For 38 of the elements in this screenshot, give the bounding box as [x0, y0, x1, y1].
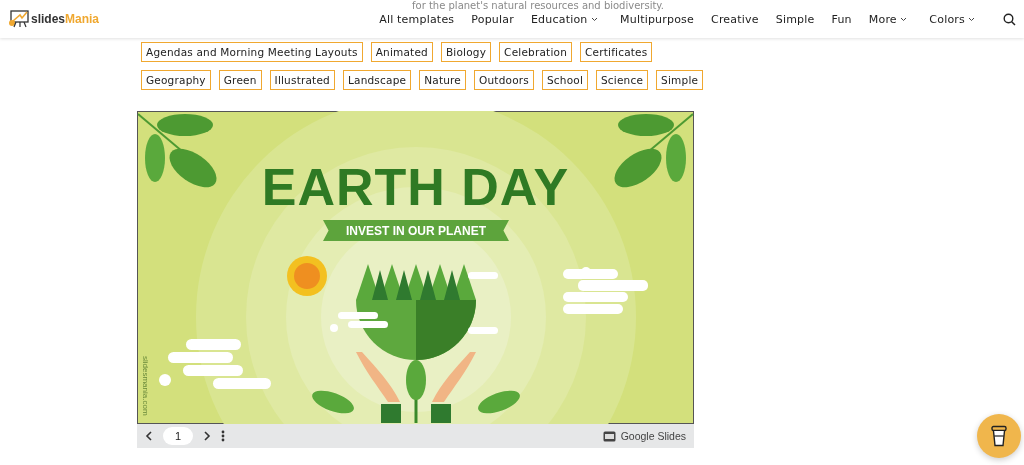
- page-number-field[interactable]: 1: [163, 427, 193, 445]
- nav-link[interactable]: Popular: [462, 12, 523, 26]
- search-icon[interactable]: [1003, 12, 1016, 26]
- tag-link[interactable]: Geography: [141, 70, 211, 90]
- nav-link[interactable]: All templates: [370, 12, 463, 26]
- tag-link[interactable]: Green: [218, 70, 262, 90]
- easel-logo-icon: [8, 10, 30, 28]
- coffee-cup-icon: [990, 425, 1008, 447]
- tag-link[interactable]: Nature: [419, 70, 466, 90]
- tag-link[interactable]: Simple: [656, 70, 704, 90]
- intro-text: for the planet's natural resources and biodiversity.: [412, 0, 664, 11]
- next-icon[interactable]: [203, 431, 211, 441]
- nav-link[interactable]: Colors: [920, 12, 989, 26]
- tag-link[interactable]: Animated: [370, 42, 433, 62]
- previous-icon[interactable]: [145, 431, 153, 441]
- tag-link[interactable]: Agendas and Morning Meeting Layouts: [141, 42, 363, 62]
- tag-link[interactable]: Biology: [440, 42, 492, 62]
- nav-link[interactable]: Simple: [767, 12, 823, 26]
- tag-link[interactable]: Outdoors: [474, 70, 534, 90]
- slide-title: EARTH DAY: [260, 159, 571, 215]
- nav-link[interactable]: More: [860, 12, 921, 26]
- tag-link[interactable]: School: [541, 70, 588, 90]
- slides-app-icon: [602, 430, 616, 442]
- nav-link[interactable]: Creative: [702, 12, 768, 26]
- nav-link[interactable]: Fun: [823, 12, 861, 26]
- nav-link[interactable]: Multipurpose: [611, 12, 703, 26]
- more-options-icon[interactable]: [221, 430, 225, 442]
- slide-banner: INVEST IN OUR PLANET: [323, 220, 509, 241]
- coffee-button[interactable]: [977, 414, 1021, 458]
- logo-text[interactable]: slidesMania: [31, 12, 100, 26]
- tag-link[interactable]: Science: [596, 70, 649, 90]
- nav-link[interactable]: Education: [522, 12, 612, 26]
- credit-text: slidesmania.com: [140, 356, 150, 416]
- tag-link[interactable]: Celebration: [499, 42, 572, 62]
- tag-link[interactable]: Landscape: [342, 70, 412, 90]
- app-name[interactable]: Google Slides: [620, 430, 686, 442]
- tag-link[interactable]: Illustrated: [269, 70, 335, 90]
- tag-link[interactable]: Certificates: [580, 42, 653, 62]
